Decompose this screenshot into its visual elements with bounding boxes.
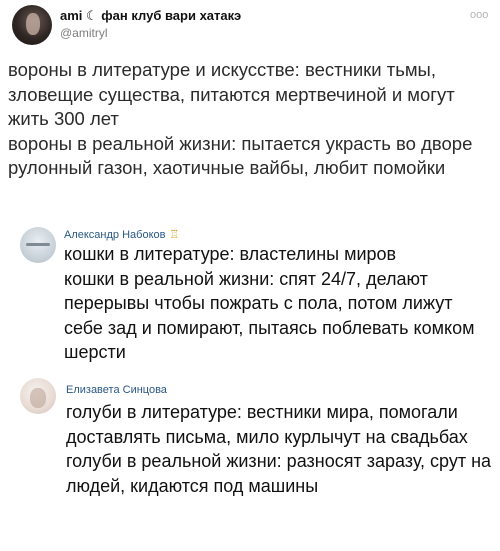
comment-line: голуби в литературе: вестники мира, помо… <box>66 402 468 447</box>
comment-author[interactable]: Елизавета Синцова <box>66 384 167 396</box>
comment-avatar[interactable] <box>20 227 56 263</box>
tweet-display-name[interactable]: ami ☾ фан клуб вари хатакэ <box>60 8 241 24</box>
comment-text: голуби в литературе: вестники мира, помо… <box>66 400 496 498</box>
comment-author-name[interactable]: Елизавета Синцова <box>66 384 167 396</box>
tweet-avatar[interactable] <box>12 5 52 45</box>
comment-text: кошки в литературе: властелины миров кош… <box>64 242 494 365</box>
comment-line: кошки в литературе: властелины миров <box>64 244 397 264</box>
tweet-line: вороны в реальной жизни: пытается украст… <box>8 132 473 179</box>
tweet-line: вороны в литературе и искусстве: вестник… <box>8 59 455 129</box>
tweet-text: вороны в литературе и искусстве: вестник… <box>8 58 496 181</box>
badge-icon: ♖ <box>169 229 180 241</box>
comment-line: кошки в реальной жизни: спят 24/7, делаю… <box>64 268 475 363</box>
more-options-icon[interactable]: ooo <box>470 9 488 21</box>
comments-section: Александр Набоков ♖ кошки в литературе: в… <box>0 218 500 551</box>
comment-line: голуби в реальной жизни: разносят заразу… <box>66 451 492 496</box>
tweet-card: ami ☾ фан клуб вари хатакэ @amitryl ooo … <box>0 0 500 215</box>
comment-author[interactable]: Александр Набоков ♖ <box>64 228 179 241</box>
comment-avatar[interactable] <box>20 378 56 414</box>
tweet-handle[interactable]: @amitryl <box>60 26 108 40</box>
comment-author-name[interactable]: Александр Набоков <box>64 229 165 241</box>
